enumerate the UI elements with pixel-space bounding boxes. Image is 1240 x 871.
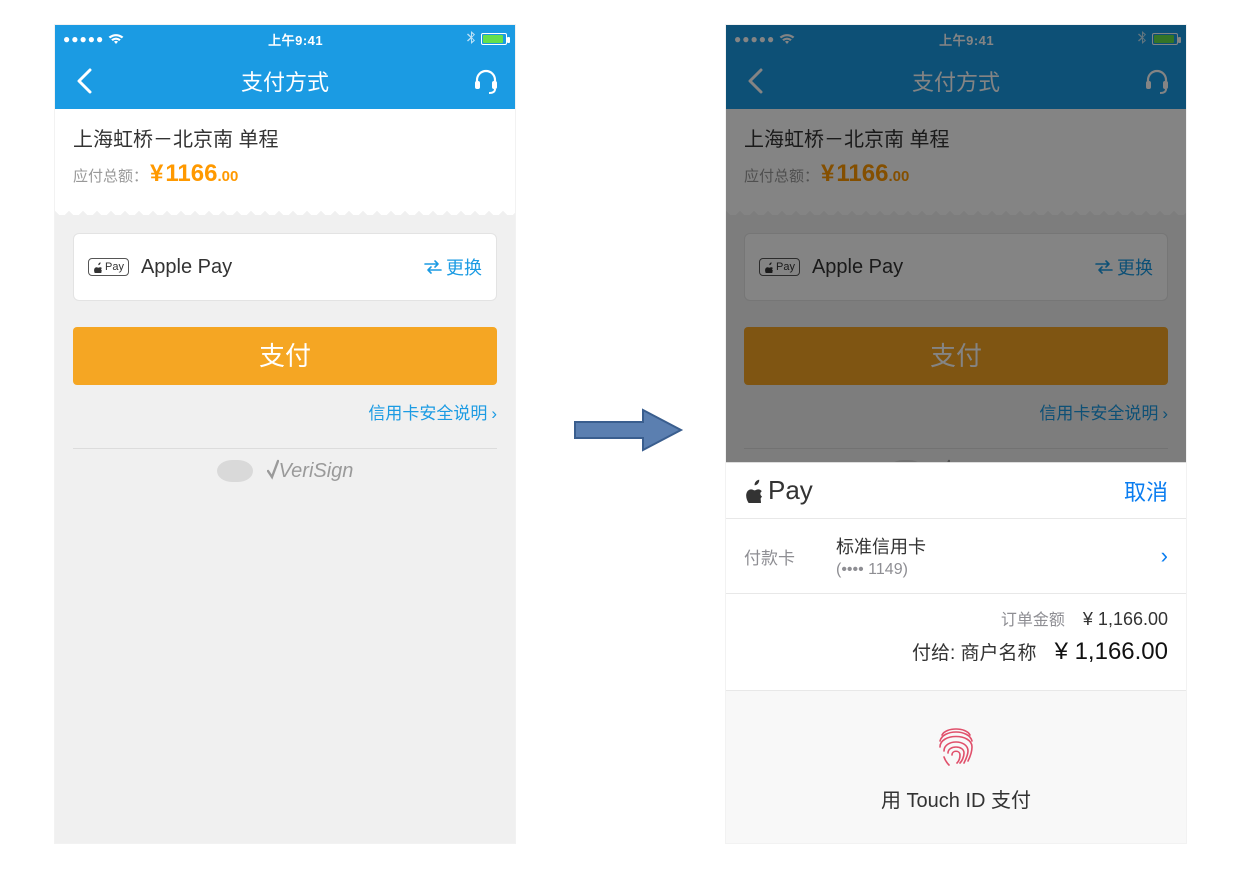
status-bar: ●●●●● 上午9:41 (55, 25, 515, 53)
card-mask: (•••• 1149) (836, 561, 1161, 579)
modal-overlay[interactable] (726, 25, 1186, 495)
amount-dec: .00 (217, 168, 238, 185)
battery-icon (481, 33, 507, 45)
phone-screen-before: ●●●●● 上午9:41 支付方式 上海虹桥－北京南 (55, 25, 515, 843)
status-time: 上午9:41 (268, 30, 323, 49)
nav-bar: 支付方式 (55, 53, 515, 109)
amount-summary: 订单金额 ¥ 1,166.00 付给: 商户名称 ¥ 1,166.00 (726, 594, 1186, 691)
payment-card-row[interactable]: 付款卡 标准信用卡 (•••• 1149) › (726, 519, 1186, 594)
verisign-label: VeriSign (267, 459, 354, 483)
trip-summary: 上海虹桥－北京南 单程 应付总额： ¥ 1166 .00 (55, 109, 515, 206)
pay-to-label: 付给: (912, 643, 955, 664)
support-icon[interactable] (471, 68, 501, 94)
apple-pay-badge-icon: Pay (88, 258, 129, 276)
card-name: 标准信用卡 (836, 533, 1161, 559)
phone-screen-after: ●●●●● 上午9:41 支付方式 上海虹桥－北京南 单 (726, 25, 1186, 843)
fingerprint-icon (930, 717, 982, 774)
amount-currency: ¥ (150, 160, 163, 188)
touchid-label: 用 Touch ID 支付 (726, 784, 1186, 813)
payment-method-card[interactable]: Pay Apple Pay 更换 (73, 233, 497, 301)
chevron-right-icon: › (491, 404, 497, 423)
merchant-name: 商户名称 (961, 643, 1037, 664)
apple-pay-logo: Pay (744, 475, 813, 506)
order-amount-value: ¥ 1,166.00 (1083, 609, 1168, 630)
change-method-button[interactable]: 更换 (424, 254, 482, 280)
payment-method-name: Apple Pay (141, 256, 232, 279)
cancel-button[interactable]: 取消 (1124, 475, 1168, 507)
trust-badges: VeriSign (73, 459, 497, 483)
swap-icon (424, 259, 442, 275)
touchid-prompt[interactable]: 用 Touch ID 支付 (726, 691, 1186, 843)
wifi-icon (108, 33, 124, 45)
flow-arrow-icon (570, 400, 690, 460)
apple-pay-sheet: Pay 取消 付款卡 标准信用卡 (•••• 1149) › 订单金额 ¥ 1,… (726, 462, 1186, 843)
pay-button[interactable]: 支付 (73, 327, 497, 385)
total-amount-value: ¥ 1,166.00 (1055, 638, 1168, 666)
seal-icon (217, 460, 253, 482)
order-amount-label: 订单金额 (1001, 606, 1065, 630)
amount-int: 1166 (165, 160, 217, 188)
bluetooth-icon (467, 31, 475, 47)
signal-dots-icon: ●●●●● (63, 32, 104, 46)
trip-route: 上海虹桥－北京南 单程 (73, 123, 497, 152)
chevron-right-icon: › (1161, 543, 1168, 569)
back-icon[interactable] (69, 68, 99, 94)
divider (73, 448, 497, 449)
security-info-link[interactable]: 信用卡安全说明› (73, 399, 497, 424)
amount-label: 应付总额： (73, 165, 148, 186)
ticket-edge (55, 205, 515, 215)
card-label: 付款卡 (744, 544, 836, 569)
page-title: 支付方式 (241, 65, 329, 97)
